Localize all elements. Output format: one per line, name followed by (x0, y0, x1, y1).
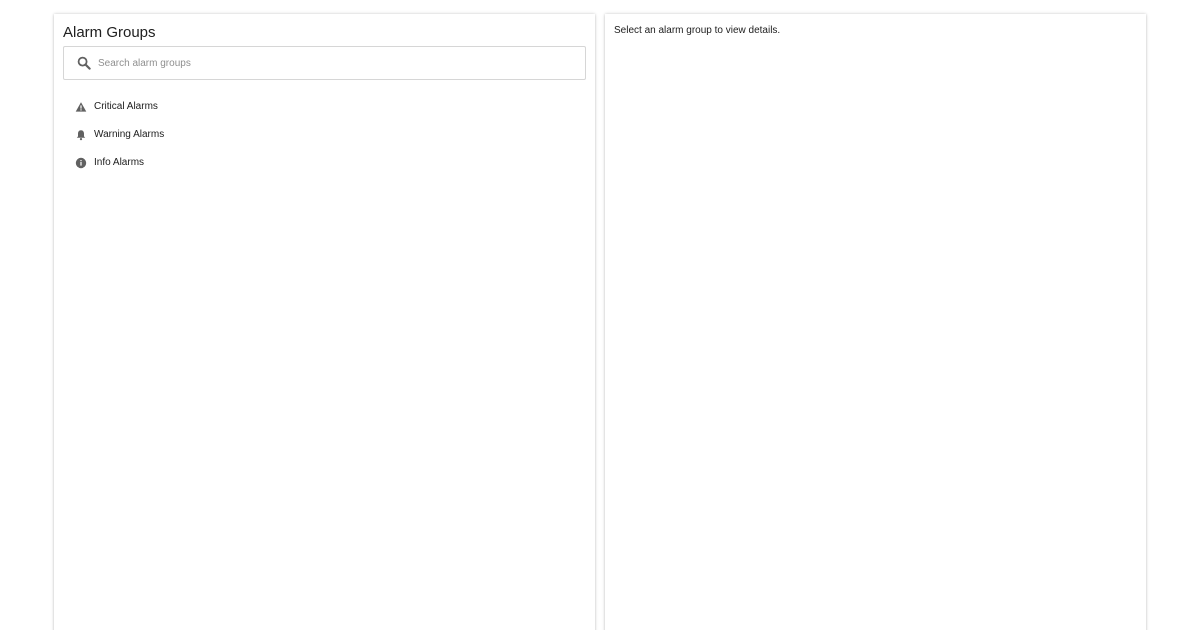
alarm-group-details-panel: Select an alarm group to view details. (605, 14, 1146, 630)
alarm-group-label: Info Alarms (94, 157, 145, 168)
app-root: Alarm Groups Critical Alarms (0, 0, 1200, 630)
panel-title: Alarm Groups (63, 24, 156, 41)
bell-icon (75, 129, 87, 141)
alarm-group-list: Critical Alarms Warning Alarms Info Alar… (63, 93, 586, 177)
search-input[interactable] (98, 50, 578, 76)
alarm-group-label: Critical Alarms (94, 101, 158, 112)
alarm-group-critical[interactable]: Critical Alarms (63, 93, 586, 121)
alarm-group-warning[interactable]: Warning Alarms (63, 121, 586, 149)
warning-triangle-icon (75, 101, 87, 113)
alarm-groups-panel: Alarm Groups Critical Alarms (54, 14, 595, 630)
empty-state-message: Select an alarm group to view details. (614, 25, 781, 36)
info-circle-icon (75, 157, 87, 169)
alarm-group-info[interactable]: Info Alarms (63, 149, 586, 177)
search-icon (76, 55, 92, 71)
alarm-group-label: Warning Alarms (94, 129, 165, 140)
search-box[interactable] (63, 46, 586, 80)
